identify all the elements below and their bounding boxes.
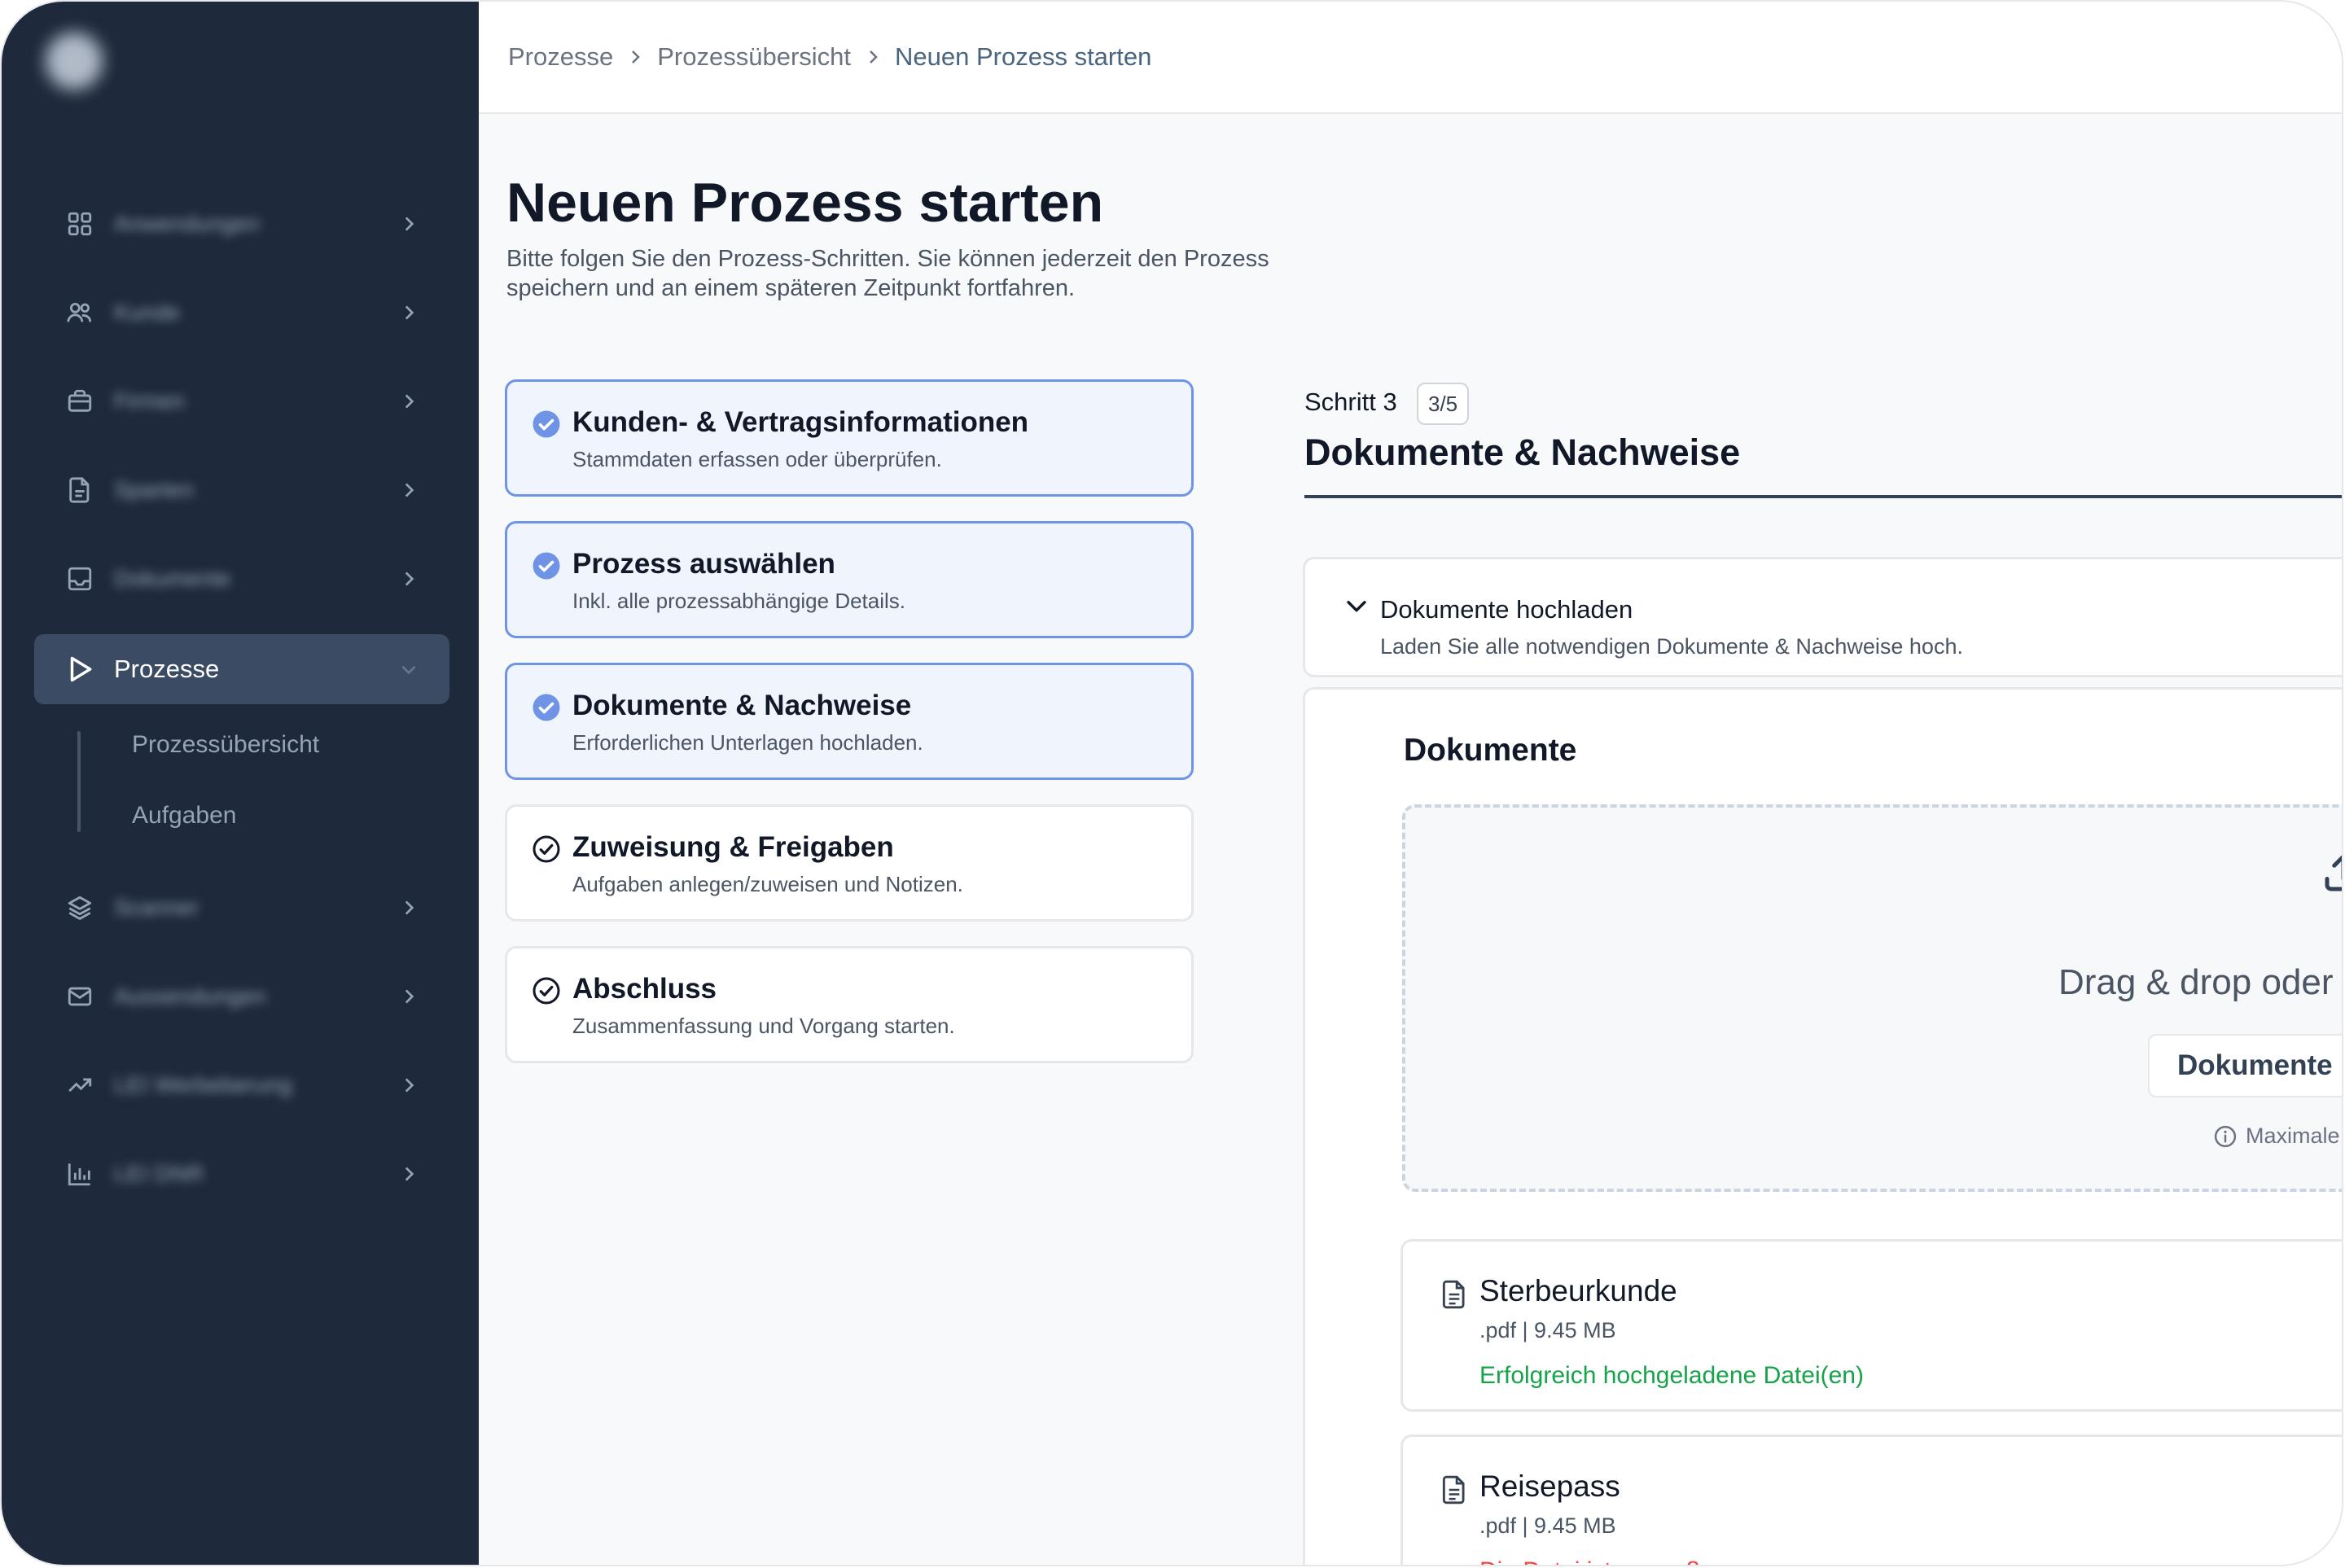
breadcrumb-item[interactable]: Prozesse <box>508 42 613 72</box>
sidebar-item-kunde[interactable]: Kunde <box>34 278 449 348</box>
sidebar-item-anwendungen[interactable]: Anwendungen <box>34 189 449 259</box>
check-circle-outline-icon <box>533 835 560 863</box>
dropzone-text: Drag & drop oder <box>2058 962 2334 1002</box>
step-counter-badge: 3/5 <box>1417 383 1470 425</box>
inbox-icon <box>62 561 98 597</box>
accordion-subtitle: Laden Sie alle notwendigen Dokumente & N… <box>1380 634 1963 659</box>
step-card-dokumente-nachweise[interactable]: Dokumente & Nachweise Erforderlichen Unt… <box>505 663 1194 780</box>
documents-title: Dokumente <box>1404 733 1577 768</box>
file-icon <box>62 472 98 508</box>
sidebar-item-label: Sparten <box>114 477 195 502</box>
breadcrumb-item[interactable]: Prozessübersicht <box>657 42 851 72</box>
file-meta: .pdf | 9.45 MB <box>1479 1513 1616 1538</box>
file-card-sterbeurkunde[interactable]: Sterbeurkunde .pdf | 9.45 MB Erfolgreich… <box>1400 1239 2342 1412</box>
sidebar-item-label: LEI Werbeberung <box>114 1072 292 1097</box>
step-label: Schritt 3 <box>1304 388 1397 416</box>
step-card-zuweisung-freigaben[interactable]: Zuweisung & Freigaben Aufgaben anlegen/z… <box>505 804 1194 922</box>
step-subtitle: Inkl. alle prozessabhängige Details. <box>572 589 906 613</box>
sidebar-item-label: Kunde <box>114 300 180 325</box>
sidebar-item-scanner[interactable]: Scanner <box>34 873 449 943</box>
sidebar-item-label: Prozesse <box>114 655 220 683</box>
chevron-right-icon <box>392 891 425 924</box>
accordion-title: Dokumente hochladen <box>1380 595 1633 624</box>
sidebar-item-label: Dokumente <box>114 566 231 591</box>
users-icon <box>62 295 98 331</box>
sidebar-item-label: Aussendungen <box>114 983 266 1009</box>
file-status-error: Die Datei ist zu groß <box>1479 1557 1701 1565</box>
sidebar-subitem-prozessuebersicht[interactable]: Prozessübersicht <box>132 731 319 759</box>
step-title: Kunden- & Vertragsinformationen <box>572 406 1029 438</box>
chevron-right-icon <box>392 474 425 506</box>
layers-icon <box>62 890 98 926</box>
trending-up-icon <box>62 1067 98 1103</box>
info-icon <box>2214 1125 2237 1147</box>
sidebar-item-lei-dnr[interactable]: LEI DNR <box>34 1139 449 1209</box>
chevron-right-icon <box>392 980 425 1013</box>
document-icon <box>1442 1475 1465 1504</box>
sidebar-item-aussendungen[interactable]: Aussendungen <box>34 961 449 1031</box>
app-window: Anwendungen Kunde Firmen Sparten Dokumen… <box>0 0 2343 1566</box>
sidebar-item-dokumente[interactable]: Dokumente <box>34 544 449 614</box>
file-name: Sterbeurkunde <box>1479 1274 1677 1307</box>
subnav-line <box>77 731 81 832</box>
sidebar-item-label: Anwendungen <box>114 211 261 236</box>
max-size-info: Maximale <box>2213 1123 2340 1149</box>
sidebar-item-prozesse[interactable]: Prozesse <box>34 634 449 704</box>
file-name: Reisepass <box>1479 1469 1620 1503</box>
document-icon <box>1442 1280 1465 1309</box>
page-description: Bitte folgen Sie den Prozess-Schritten. … <box>506 246 1269 301</box>
sidebar-item-label: Firmen <box>114 388 186 414</box>
chevron-right-icon <box>392 1069 425 1102</box>
step-card-prozess-auswaehlen[interactable]: Prozess auswählen Inkl. alle prozessabhä… <box>505 521 1194 638</box>
file-meta: .pdf | 9.45 MB <box>1479 1318 1616 1342</box>
play-icon <box>62 651 98 687</box>
step-title: Dokumente & Nachweise <box>572 690 912 721</box>
step-title: Abschluss <box>572 973 717 1005</box>
step-subtitle: Stammdaten erfassen oder überprüfen. <box>572 447 942 471</box>
max-size-text: Maximale <box>2246 1123 2340 1148</box>
logo[interactable] <box>46 33 103 90</box>
section-divider <box>1304 495 2342 498</box>
step-title: Prozess auswählen <box>572 548 835 580</box>
section-title: Dokumente & Nachweise <box>1304 431 1741 473</box>
breadcrumb-current: Neuen Prozess starten <box>895 42 1152 71</box>
chevron-right-icon <box>392 1158 425 1190</box>
step-title: Zuweisung & Freigaben <box>572 831 894 863</box>
sidebar-item-sparten[interactable]: Sparten <box>34 455 449 525</box>
chevron-right-icon <box>392 385 425 418</box>
bar-chart-icon <box>62 1156 98 1192</box>
mail-icon <box>62 979 98 1014</box>
accordion-dokumente-hochladen[interactable]: Dokumente hochladen Laden Sie alle notwe… <box>1303 557 2342 677</box>
chevron-right-icon <box>392 208 425 240</box>
chevron-right-icon <box>861 45 885 69</box>
step-card-abschluss[interactable]: Abschluss Zusammenfassung und Vorgang st… <box>505 946 1194 1063</box>
sidebar-item-label: LEI DNR <box>114 1161 204 1186</box>
file-card-reisepass[interactable]: Reisepass .pdf | 9.45 MB Die Datei ist z… <box>1400 1434 2342 1565</box>
step-subtitle: Aufgaben anlegen/zuweisen und Notizen. <box>572 872 963 896</box>
step-card-kunden-vertragsinformationen[interactable]: Kunden- & Vertragsinformationen Stammdat… <box>505 379 1194 497</box>
sidebar-item-firmen[interactable]: Firmen <box>34 366 449 436</box>
upload-documents-button[interactable]: Dokumente <box>2148 1034 2342 1097</box>
sidebar-item-lei-werbeberung[interactable]: LEI Werbeberung <box>34 1050 449 1120</box>
step-subtitle: Erforderlichen Unterlagen hochladen. <box>572 730 923 755</box>
check-circle-filled-icon <box>533 552 560 580</box>
check-circle-filled-icon <box>533 410 560 438</box>
chevron-down-icon <box>392 653 425 685</box>
grid-icon <box>62 206 98 242</box>
page-title: Neuen Prozess starten <box>506 172 1104 234</box>
chevron-right-icon <box>623 45 647 69</box>
chevron-right-icon <box>392 563 425 595</box>
chevron-right-icon <box>392 296 425 329</box>
file-status-success: Erfolgreich hochgeladene Datei(en) <box>1479 1362 1864 1389</box>
sidebar: Anwendungen Kunde Firmen Sparten Dokumen… <box>2 2 479 1565</box>
briefcase-icon <box>62 383 98 419</box>
chevron-down-icon[interactable] <box>1343 592 1370 620</box>
check-circle-outline-icon <box>533 977 560 1005</box>
sidebar-item-label: Scanner <box>114 895 199 920</box>
sidebar-subitem-aufgaben[interactable]: Aufgaben <box>132 802 236 830</box>
check-circle-filled-icon <box>533 694 560 721</box>
step-subtitle: Zusammenfassung und Vorgang starten. <box>572 1014 955 1038</box>
upload-icon <box>2325 855 2342 891</box>
breadcrumb: Prozesse Prozessübersicht Neuen Prozess … <box>479 2 2342 114</box>
